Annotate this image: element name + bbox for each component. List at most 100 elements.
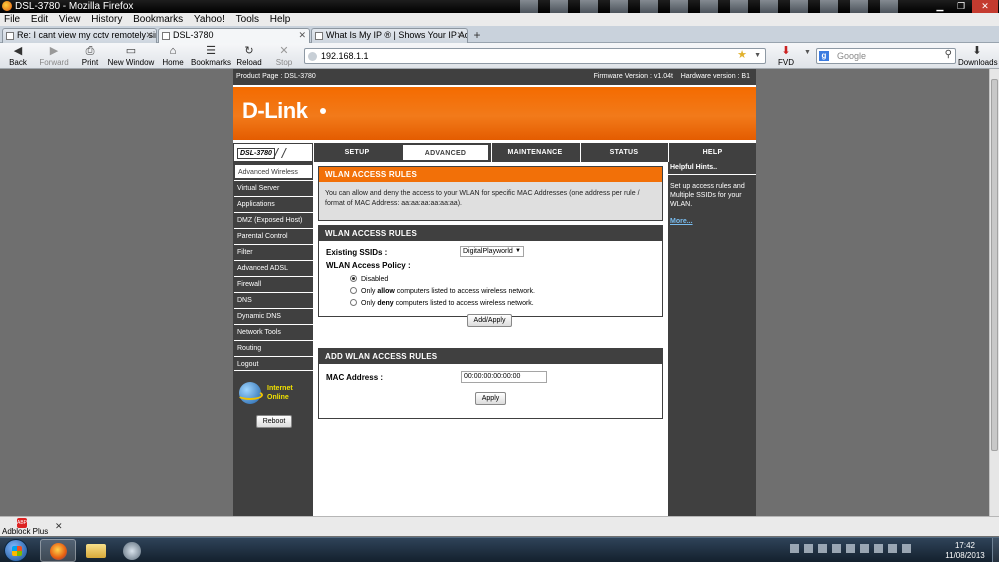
- tab-status[interactable]: STATUS: [580, 143, 667, 162]
- app-icon: [123, 542, 141, 560]
- menu-view[interactable]: View: [55, 13, 85, 26]
- chevron-down-icon[interactable]: ▼: [754, 49, 761, 63]
- tab-close-icon[interactable]: ✕: [145, 29, 153, 42]
- policy-option-deny[interactable]: Only deny computers listed to access wir…: [350, 299, 534, 309]
- page-viewport: Product Page : DSL-3780 Firmware Version…: [0, 69, 989, 516]
- reload-button[interactable]: ↻ Reload: [235, 44, 263, 68]
- reboot-button[interactable]: Reboot: [256, 415, 292, 428]
- browser-tab-cctv[interactable]: Re: I cant view my cctv remotely sinc...…: [2, 28, 157, 43]
- desktop-icon: [700, 0, 718, 13]
- tab-close-icon[interactable]: ✕: [456, 29, 464, 42]
- tray-icon[interactable]: [874, 544, 883, 553]
- tab-advanced[interactable]: ADVANCED: [402, 144, 489, 161]
- browser-tab-ip[interactable]: What Is My IP ® | Shows Your IP Add... ✕: [311, 28, 468, 43]
- site-identity-icon[interactable]: [308, 52, 317, 61]
- sidebar-item-routing[interactable]: Routing: [234, 340, 313, 355]
- tray-icon[interactable]: [818, 544, 827, 553]
- print-button[interactable]: ⎙ Print: [78, 44, 102, 68]
- menu-file[interactable]: File: [0, 13, 24, 26]
- radio-allow[interactable]: [350, 287, 357, 294]
- menu-history[interactable]: History: [87, 13, 126, 26]
- sidebar-item-filter[interactable]: Filter: [234, 244, 313, 259]
- google-icon[interactable]: g: [819, 51, 829, 61]
- sidebar-item-network-tools[interactable]: Network Tools: [234, 324, 313, 339]
- menu-help[interactable]: Help: [266, 13, 295, 26]
- chevron-down-icon[interactable]: ▼: [804, 49, 811, 56]
- add-apply-button[interactable]: Add/Apply: [467, 314, 512, 327]
- taskbar-firefox[interactable]: [40, 539, 76, 562]
- hints-more-link[interactable]: More...: [668, 218, 693, 225]
- home-button[interactable]: ⌂ Home: [160, 44, 186, 68]
- tray-icon[interactable]: [846, 544, 855, 553]
- sidebar-item-dmz[interactable]: DMZ (Exposed Host): [234, 212, 313, 227]
- tab-close-icon[interactable]: ✕: [298, 29, 306, 42]
- search-bar[interactable]: g Google ⚲: [816, 48, 956, 64]
- downloads-label: Downloads: [958, 58, 998, 67]
- sidebar-item-advanced-adsl[interactable]: Advanced ADSL: [234, 260, 313, 275]
- online-label: Online: [267, 394, 289, 401]
- apply-button[interactable]: Apply: [475, 392, 506, 405]
- browser-tab-dsl[interactable]: DSL-3780 ✕: [158, 28, 310, 43]
- sidebar-item-virtual-server[interactable]: Virtual Server: [234, 180, 313, 195]
- sidebar-item-dns[interactable]: DNS: [234, 292, 313, 307]
- network-icon[interactable]: [888, 544, 897, 553]
- minimize-icon[interactable]: ▁: [930, 0, 950, 13]
- menu-tools[interactable]: Tools: [232, 13, 263, 26]
- volume-icon[interactable]: [902, 544, 911, 553]
- tray-icon[interactable]: [804, 544, 813, 553]
- downloads-button[interactable]: ⬇ Downloads: [958, 44, 998, 68]
- tab-maintenance[interactable]: MAINTENANCE: [491, 143, 578, 162]
- access-rules-title: WLAN ACCESS RULES: [319, 226, 662, 241]
- close-icon[interactable]: ✕: [972, 0, 998, 13]
- back-button[interactable]: ◀ Back: [4, 44, 32, 68]
- desktop-icons-strip: [520, 0, 920, 13]
- new-tab-icon[interactable]: +: [470, 29, 484, 42]
- sidebar-item-logout[interactable]: Logout: [234, 356, 313, 371]
- taskbar: 17:42 11/08/2013: [0, 537, 999, 562]
- stop-button[interactable]: ✕ Stop: [273, 44, 295, 68]
- policy-option-allow[interactable]: Only allow computers listed to access wi…: [350, 287, 535, 297]
- menu-edit[interactable]: Edit: [27, 13, 52, 26]
- adblock-label[interactable]: Adblock Plus: [2, 527, 48, 537]
- maximize-icon[interactable]: ❐: [951, 0, 971, 13]
- radio-disabled[interactable]: [350, 275, 357, 282]
- system-clock[interactable]: 17:42 11/08/2013: [940, 541, 990, 561]
- bookmark-star-icon[interactable]: ★: [737, 48, 747, 62]
- mac-address-input[interactable]: 00:00:00:00:00:00: [461, 371, 547, 383]
- forward-button[interactable]: ▶ Forward: [38, 44, 70, 68]
- tab-setup[interactable]: SETUP: [313, 143, 400, 162]
- tray-icon[interactable]: [790, 544, 799, 553]
- address-bar[interactable]: 192.168.1.1 ★ ▼: [304, 48, 766, 64]
- sidebar-item-advanced-wireless[interactable]: Advanced Wireless: [234, 164, 313, 179]
- desktop-icon: [670, 0, 688, 13]
- new-window-button[interactable]: ▭ New Window: [107, 44, 155, 68]
- sidebar-item-dynamic-dns[interactable]: Dynamic DNS: [234, 308, 313, 323]
- vertical-scrollbar[interactable]: [989, 69, 999, 516]
- window-title: DSL-3780 - Mozilla Firefox: [15, 1, 134, 12]
- show-desktop-button[interactable]: [992, 538, 999, 562]
- fvd-button[interactable]: ⬇ FVD: [774, 44, 798, 68]
- bookmarks-button[interactable]: ☰ Bookmarks: [191, 44, 231, 68]
- firmware-version: Firmware Version : v1.04t: [593, 73, 673, 80]
- taskbar-app[interactable]: [115, 539, 151, 562]
- scrollbar-thumb[interactable]: [991, 79, 998, 451]
- menu-bookmarks[interactable]: Bookmarks: [129, 13, 187, 26]
- sidebar-item-parental-control[interactable]: Parental Control: [234, 228, 313, 243]
- close-icon[interactable]: ✕: [55, 521, 63, 532]
- dlink-logo: D-Link: [242, 98, 308, 123]
- ssid-select[interactable]: DigitalPlayworld ▼: [460, 246, 524, 257]
- policy-option-disabled[interactable]: Disabled: [350, 275, 388, 285]
- forward-label: Forward: [39, 58, 69, 67]
- menu-yahoo[interactable]: Yahoo!: [190, 13, 229, 26]
- taskbar-explorer[interactable]: [78, 539, 114, 562]
- tray-icon[interactable]: [860, 544, 869, 553]
- sidebar-item-applications[interactable]: Applications: [234, 196, 313, 211]
- tab-help[interactable]: HELP: [668, 143, 756, 162]
- tray-icon[interactable]: [832, 544, 841, 553]
- search-icon[interactable]: ⚲: [945, 48, 952, 62]
- sidebar-item-firewall[interactable]: Firewall: [234, 276, 313, 291]
- version-info: Firmware Version : v1.04t Hardware versi…: [594, 69, 750, 85]
- radio-deny[interactable]: [350, 299, 357, 306]
- start-button[interactable]: [4, 539, 28, 562]
- firefox-icon: [50, 543, 67, 560]
